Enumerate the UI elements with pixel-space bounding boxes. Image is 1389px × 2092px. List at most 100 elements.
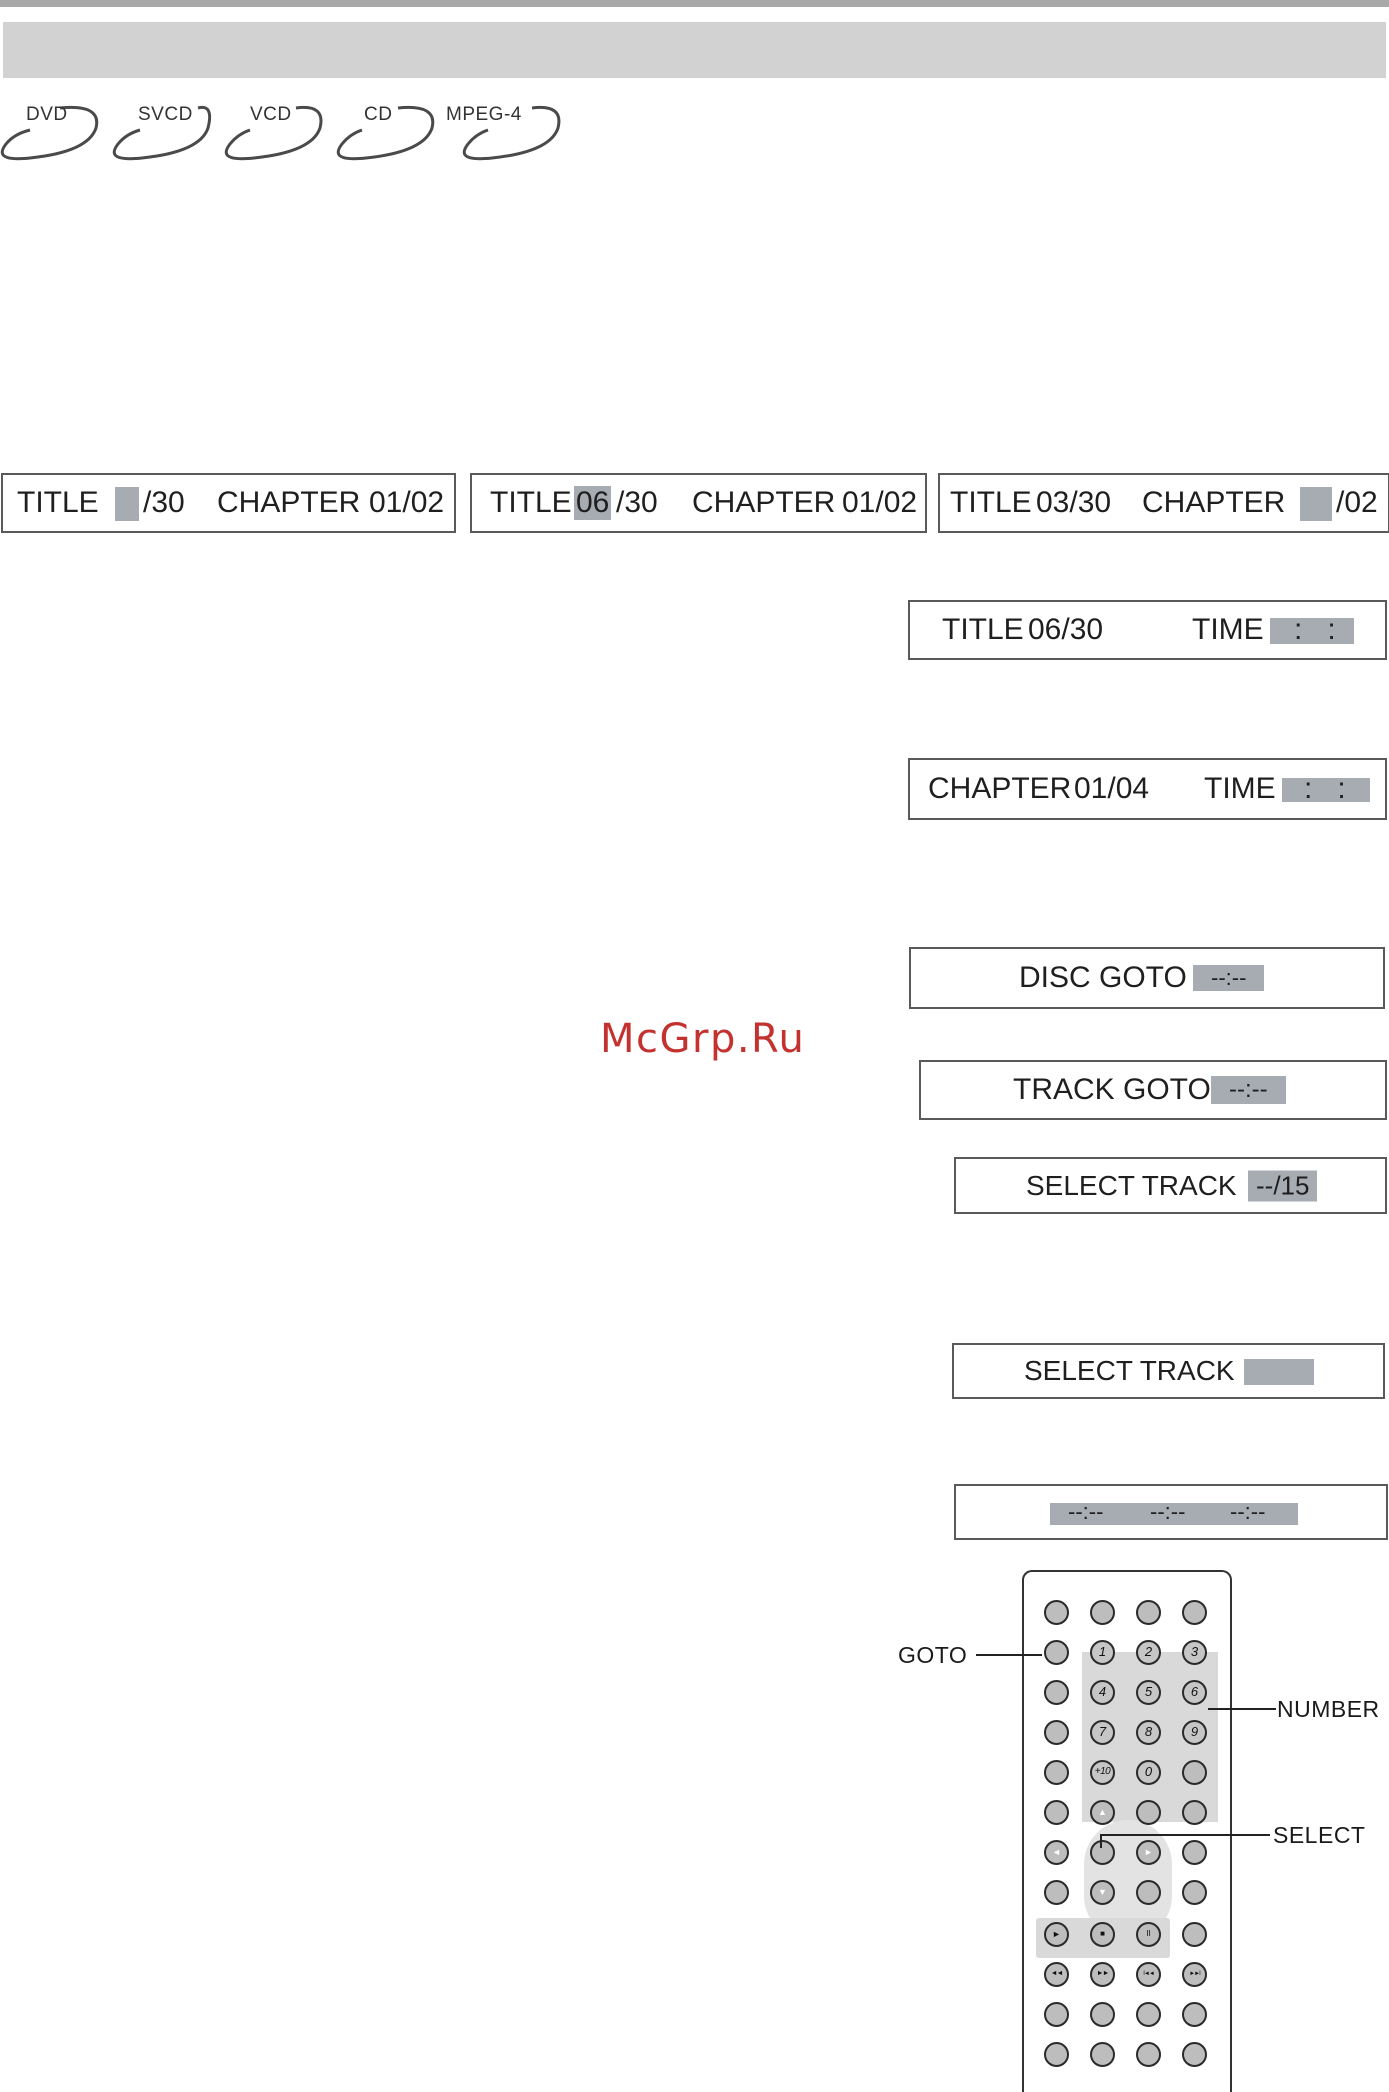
fast-forward-icon: ►► <box>1090 1962 1115 1987</box>
osd-value-chapter: /02 <box>1336 486 1378 519</box>
goto-button <box>1044 1640 1069 1665</box>
number-key-4: 4 <box>1090 1680 1115 1705</box>
disc-icon-cd: CD <box>334 100 444 170</box>
remote-button <box>1182 1880 1207 1905</box>
osd-value-title: /30 <box>143 486 185 519</box>
disc-icon-dvd: DVD <box>0 100 110 170</box>
remote-button <box>1182 2042 1207 2067</box>
osd-title-time-box: TITLE 06/30 TIME : : <box>908 600 1387 660</box>
osd-label-chapter: CHAPTER <box>217 486 361 519</box>
arrow-right-icon: ► <box>1136 1840 1161 1865</box>
stop-icon: ■ <box>1090 1922 1115 1947</box>
osd-time-triple-box: --:-- --:-- --:-- <box>954 1484 1388 1540</box>
osd-label-title: TITLE <box>950 486 1032 519</box>
disc-label: MPEG-4 <box>446 104 522 125</box>
disc-label: CD <box>364 104 393 125</box>
arrow-left-icon: ◄ <box>1044 1840 1069 1865</box>
callout-leader-select <box>1100 1834 1270 1836</box>
osd-value-title: 03/30 <box>1036 486 1112 519</box>
disc-label: VCD <box>250 104 292 125</box>
osd-value-chapter: 01/04 <box>1074 772 1150 805</box>
remote-button <box>1044 2002 1069 2027</box>
disc-icon-vcd: VCD <box>222 100 332 170</box>
previous-icon: I◄◄ <box>1136 1962 1161 1987</box>
pause-icon: II <box>1136 1922 1161 1947</box>
osd-label-select-track: SELECT TRACK <box>1026 1169 1237 1201</box>
remote-button <box>1136 1800 1161 1825</box>
remote-button <box>1182 2002 1207 2027</box>
osd-label-disc-goto: DISC GOTO <box>1019 961 1187 994</box>
osd-title-chapter-box-1: TITLE /30 CHAPTER 01/02 <box>1 473 456 533</box>
osd-value-chapter: 01/02 <box>369 486 445 519</box>
osd-label-time: TIME <box>1192 613 1264 646</box>
osd-title-chapter-box-2: TITLE 06 /30 CHAPTER 01/02 <box>470 473 927 533</box>
number-key-1: 1 <box>1090 1640 1115 1665</box>
remote-button <box>1044 1720 1069 1745</box>
remote-button <box>1136 1880 1161 1905</box>
disc-icon-mpeg4: MPEG-4 <box>446 100 570 170</box>
callout-leader-select-drop <box>1100 1834 1102 1848</box>
select-button <box>1090 1840 1115 1865</box>
osd-value-title: 06/30 <box>1028 613 1104 646</box>
osd-title-chapter-box-3: TITLE 03/30 CHAPTER /02 <box>938 473 1389 533</box>
remote-button <box>1044 2042 1069 2067</box>
osd-value-select-track: --/15 <box>1248 1170 1318 1201</box>
track-entry-field <box>1244 1359 1314 1385</box>
osd-value-time: : : <box>1294 613 1336 646</box>
remote-button <box>1182 1800 1207 1825</box>
arrow-down-icon: ▼ <box>1090 1880 1115 1905</box>
callout-number: NUMBER <box>1277 1696 1380 1722</box>
number-key-2: 2 <box>1136 1640 1161 1665</box>
remote-button <box>1044 1680 1069 1705</box>
disc-label: DVD <box>26 104 68 125</box>
callout-leader-number <box>1208 1708 1276 1710</box>
osd-select-track-box: SELECT TRACK --/15 <box>954 1157 1387 1214</box>
remote-button <box>1136 1600 1161 1625</box>
osd-disc-goto-box: DISC GOTO --:-- <box>909 947 1385 1009</box>
osd-label-title: TITLE <box>942 613 1024 646</box>
osd-value-chapter: 01/02 <box>842 486 918 519</box>
disc-label: SVCD <box>138 104 193 125</box>
number-key-6: 6 <box>1182 1680 1207 1705</box>
osd-select-track-empty-box: SELECT TRACK <box>952 1343 1385 1399</box>
osd-label-title: TITLE <box>490 486 572 519</box>
remote-button <box>1136 2042 1161 2067</box>
osd-value-title: /30 <box>616 486 658 519</box>
number-key-9: 9 <box>1182 1720 1207 1745</box>
osd-value-time-1: --:-- <box>1068 1499 1104 1524</box>
osd-label-chapter: CHAPTER <box>692 486 836 519</box>
osd-chapter-time-box: CHAPTER 01/04 TIME : : <box>908 758 1387 820</box>
number-key-plus10: +10 <box>1090 1760 1115 1785</box>
top-rule <box>0 0 1389 7</box>
osd-track-goto-box: TRACK GOTO --:-- <box>919 1060 1387 1120</box>
rewind-icon: ◄◄ <box>1044 1962 1069 1987</box>
next-icon: ►►I <box>1182 1962 1207 1987</box>
remote-button <box>1044 1600 1069 1625</box>
remote-button <box>1136 2002 1161 2027</box>
watermark: McGrp.Ru <box>600 1016 806 1062</box>
osd-label-time: TIME <box>1204 772 1276 805</box>
input-cursor <box>115 487 139 521</box>
remote-button <box>1044 1880 1069 1905</box>
disc-type-icons: DVD SVCD VCD CD MPEG-4 <box>0 100 580 170</box>
osd-label-chapter: CHAPTER <box>1142 486 1286 519</box>
callout-leader-goto <box>976 1654 1042 1656</box>
number-key-8: 8 <box>1136 1720 1161 1745</box>
remote-button <box>1090 2042 1115 2067</box>
osd-label-track-goto: TRACK GOTO <box>1013 1073 1211 1106</box>
number-key-5: 5 <box>1136 1680 1161 1705</box>
remote-button <box>1182 1600 1207 1625</box>
remote-button <box>1090 2002 1115 2027</box>
osd-value-track-goto: --:-- <box>1211 1076 1286 1104</box>
osd-value-disc-goto: --:-- <box>1193 965 1265 991</box>
remote-button <box>1044 1760 1069 1785</box>
remote-button <box>1182 1840 1207 1865</box>
number-key-7: 7 <box>1090 1720 1115 1745</box>
osd-value-title-selected: 06 <box>574 486 612 520</box>
remote-button <box>1044 1800 1069 1825</box>
remote-button <box>1182 1760 1207 1785</box>
section-header-bar <box>3 22 1386 78</box>
play-icon: ► <box>1044 1922 1069 1947</box>
remote-button <box>1090 1600 1115 1625</box>
callout-select: SELECT <box>1273 1822 1366 1848</box>
